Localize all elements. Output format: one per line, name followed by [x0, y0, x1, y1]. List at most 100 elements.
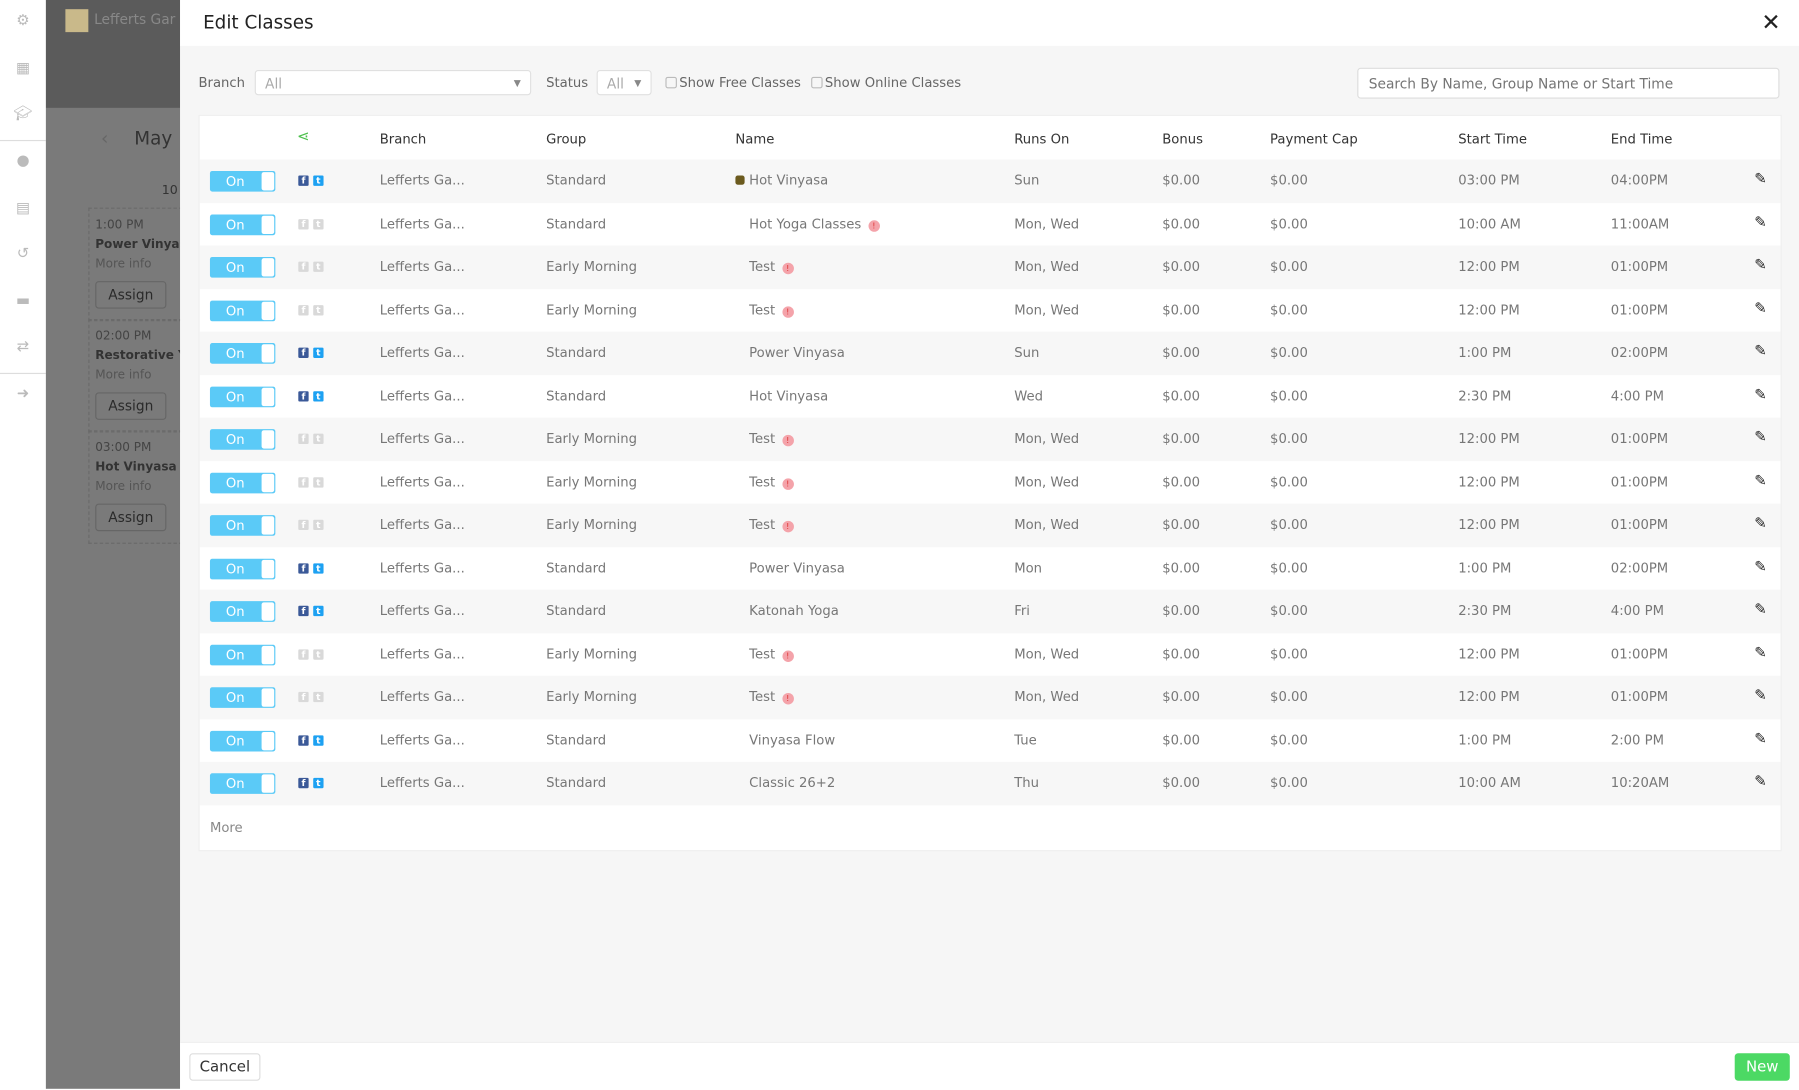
search-input[interactable] [1357, 67, 1780, 99]
status-toggle[interactable]: On [209, 601, 276, 622]
edit-icon[interactable]: ✎ [1754, 687, 1767, 704]
edit-icon[interactable]: ✎ [1754, 300, 1767, 317]
bonus-cell: $0.00 [1162, 688, 1201, 705]
toggle-label: On [225, 603, 245, 620]
twitter-icon[interactable]: t [313, 734, 324, 746]
twitter-icon[interactable]: t [313, 347, 324, 358]
schedule-icon[interactable]: ▦ [11, 60, 34, 78]
status-select[interactable]: All ▼ [596, 69, 652, 96]
status-toggle[interactable]: On [209, 170, 276, 192]
facebook-icon[interactable]: f [298, 218, 309, 229]
facebook-icon[interactable]: f [298, 605, 309, 617]
table-row: On f t Lefferts Ga... Standard Vinyasa Flow Tu… [200, 719, 1781, 762]
facebook-icon[interactable]: f [298, 777, 309, 789]
twitter-icon[interactable]: t [313, 261, 324, 272]
facebook-icon[interactable]: f [298, 691, 309, 703]
twitter-icon[interactable]: t [313, 648, 324, 660]
twitter-icon[interactable]: t [313, 218, 324, 229]
twitter-icon[interactable]: t [313, 519, 324, 531]
twitter-icon[interactable]: t [313, 304, 324, 315]
twitter-icon[interactable]: t [313, 390, 324, 401]
facebook-icon[interactable]: f [298, 304, 309, 315]
facebook-icon[interactable]: f [298, 562, 309, 574]
status-toggle[interactable]: On [209, 558, 276, 579]
share-icon: ⋖ [297, 128, 310, 146]
cancel-button[interactable]: Cancel [189, 1053, 261, 1081]
payment-cap-cell: $0.00 [1270, 430, 1308, 447]
name-cell: Test! [749, 430, 794, 447]
status-toggle[interactable]: On [209, 515, 276, 536]
status-toggle[interactable]: On [209, 730, 276, 751]
user-icon[interactable]: ● [11, 153, 34, 171]
status-toggle[interactable]: On [209, 256, 276, 278]
bonus-cell: $0.00 [1162, 258, 1201, 275]
edit-icon[interactable]: ✎ [1754, 343, 1767, 360]
show-online-classes-checkbox[interactable]: Show Online Classes [811, 75, 961, 91]
facebook-icon[interactable]: f [298, 734, 309, 746]
settings-icon[interactable]: ⚙ [11, 13, 34, 31]
facebook-icon[interactable]: f [298, 476, 309, 488]
edit-icon[interactable]: ✎ [1754, 601, 1767, 618]
transfer-icon[interactable]: ⇄ [11, 338, 34, 356]
status-toggle[interactable]: On [209, 687, 276, 708]
facebook-icon[interactable]: f [298, 390, 309, 401]
status-toggle[interactable]: On [209, 429, 276, 450]
edit-icon[interactable]: ✎ [1754, 558, 1767, 575]
name-cell: Katonah Yoga [749, 602, 839, 618]
edit-icon[interactable]: ✎ [1754, 515, 1767, 532]
twitter-icon[interactable]: t [313, 562, 324, 574]
status-toggle[interactable]: On [209, 472, 276, 493]
assign-button: Assign [95, 392, 167, 420]
twitter-icon[interactable]: t [313, 175, 324, 186]
edit-icon[interactable]: ✎ [1754, 429, 1767, 446]
calendar-icon[interactable]: ▤ [11, 200, 34, 218]
payment-cap-cell: $0.00 [1270, 645, 1308, 662]
payment-cap-cell: $0.00 [1270, 301, 1308, 318]
branch-cell: Lefferts Ga... [379, 344, 465, 361]
branch-select[interactable]: All ▼ [254, 69, 532, 96]
twitter-icon[interactable]: t [313, 777, 324, 789]
edit-icon[interactable]: ✎ [1754, 472, 1767, 489]
twitter-icon[interactable]: t [313, 605, 324, 617]
facebook-icon[interactable]: f [298, 347, 309, 358]
edit-icon[interactable]: ✎ [1754, 773, 1767, 790]
history-icon[interactable]: ↺ [11, 246, 34, 264]
card-time: 02:00 PM [95, 329, 152, 344]
status-toggle[interactable]: On [209, 386, 276, 407]
edit-icon[interactable]: ✎ [1754, 644, 1767, 661]
show-free-classes-checkbox[interactable]: Show Free Classes [665, 75, 801, 91]
name-cell: Hot Vinyasa [749, 172, 828, 188]
class-name: Classic 26+2 [749, 774, 836, 791]
twitter-icon[interactable]: t [313, 433, 324, 445]
twitter-icon[interactable]: t [313, 476, 324, 488]
facebook-icon[interactable]: f [298, 519, 309, 531]
status-toggle[interactable]: On [209, 213, 276, 235]
table-row: On f t Lefferts Ga... Early Morning Test! Mon,… [200, 289, 1781, 332]
edit-icon[interactable]: ✎ [1754, 214, 1767, 231]
more-link[interactable]: More [210, 819, 243, 835]
edit-icon[interactable]: ✎ [1754, 730, 1767, 747]
new-button[interactable]: New [1734, 1053, 1790, 1081]
facebook-icon[interactable]: f [298, 175, 309, 186]
name-cell: Hot Yoga Classes! [749, 215, 880, 232]
money-icon[interactable]: ▬ [11, 293, 34, 311]
edit-icon[interactable]: ✎ [1754, 171, 1767, 188]
branch-cell: Lefferts Ga... [379, 301, 465, 318]
status-toggle[interactable]: On [209, 300, 276, 321]
twitter-icon[interactable]: t [313, 691, 324, 703]
edit-icon[interactable]: ✎ [1754, 257, 1767, 274]
close-icon[interactable]: ✕ [1761, 8, 1780, 36]
class-card: 03:00 PM Hot Vinyasa More info Assign [88, 430, 181, 544]
status-toggle[interactable]: On [209, 644, 276, 665]
facebook-icon[interactable]: f [298, 433, 309, 445]
status-toggle[interactable]: On [209, 343, 276, 364]
facebook-icon[interactable]: f [298, 261, 309, 272]
toggle-label: On [225, 173, 245, 190]
edit-icon[interactable]: ✎ [1754, 386, 1767, 403]
graduation-cap-icon[interactable]: 🎓︎ [11, 106, 34, 124]
toggle-label: On [225, 474, 245, 491]
facebook-icon[interactable]: f [298, 648, 309, 660]
logout-icon[interactable]: ➜ [11, 385, 34, 403]
class-name: Hot Yoga Classes [749, 215, 862, 232]
status-toggle[interactable]: On [209, 773, 276, 794]
